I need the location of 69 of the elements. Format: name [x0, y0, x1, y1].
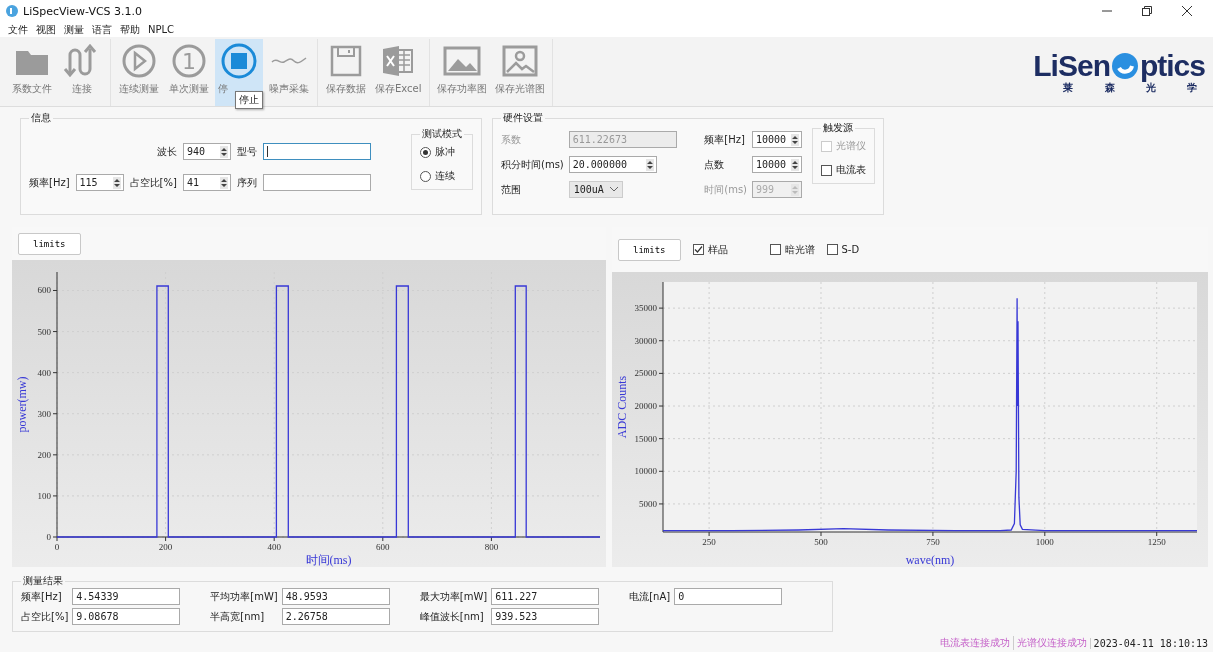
tick-label: 0	[54, 542, 60, 552]
field-label: 峰值波长[nm]	[419, 609, 484, 624]
tick-label: 750	[926, 537, 940, 547]
tick-label: 200	[158, 542, 173, 552]
field-label: 点数	[704, 157, 725, 172]
tick-label: 0	[46, 532, 51, 542]
tick-label: 600	[37, 285, 51, 296]
logo-subtitle: 学	[1187, 81, 1197, 95]
group-title: 测试模式	[421, 127, 463, 141]
option-label: 电流表	[836, 163, 866, 177]
logo-text: LiSen	[1033, 50, 1110, 81]
tick-label: 300	[37, 408, 51, 419]
field-label: 最大功率[mW]	[419, 589, 488, 604]
field-label: 积分时间(ms)	[501, 157, 564, 172]
field-label: 序列	[236, 175, 257, 190]
logo-subtitle: 森	[1104, 80, 1115, 95]
logo-subtitle: 莱	[1063, 80, 1074, 95]
field-label: 波长	[155, 144, 177, 159]
field-label: 系数	[501, 132, 521, 147]
field-label: 平均功率[mW]	[210, 589, 278, 604]
field-label: 频率[Hz]	[704, 132, 745, 147]
field-label: 范围	[501, 182, 521, 197]
axis-title: wave(nm)	[905, 553, 955, 567]
tick-label: 35000	[634, 303, 657, 314]
tick-label: 30000	[634, 335, 657, 346]
window-title: LiSpecView-VCS 3.1.0	[23, 4, 143, 18]
tick-label: 10000	[634, 466, 657, 477]
tooltip: 停止	[235, 91, 263, 109]
status-message: 光谱仪连接成功	[1012, 636, 1090, 650]
tick-label: 100	[37, 490, 51, 501]
option-label: 暗光谱	[784, 242, 815, 257]
option-label: 样品	[707, 242, 728, 257]
field-label: 时间(ms)	[704, 182, 747, 197]
field-label: 电流[nA]	[629, 589, 671, 604]
field-label: 频率[Hz]	[29, 175, 70, 190]
tick-label: 200	[37, 449, 51, 460]
logo-text: ptics	[1139, 50, 1205, 81]
group-title: 信息	[30, 111, 52, 125]
tick-label: 20000	[634, 401, 657, 411]
group-title: 测量结果	[22, 574, 64, 588]
field-label: 占空比[%]	[129, 175, 177, 190]
tick-label: 25000	[634, 368, 657, 379]
tick-label: 15000	[634, 433, 657, 444]
tick-label: 800	[484, 542, 499, 552]
logo-subtitle: 光	[1145, 81, 1156, 95]
axis-title: 时间(ms)	[305, 553, 352, 567]
option-label: 脉冲	[435, 145, 455, 159]
tick-label: 250	[702, 537, 716, 547]
status-time: 2023-04-11 18:10:13	[1089, 637, 1211, 649]
group-title: 硬件设置	[502, 111, 544, 125]
field-label: 占空比[%]	[21, 609, 69, 624]
tick-label: 400	[267, 542, 281, 552]
tick-label: 1000	[1035, 537, 1054, 547]
field-label: 半高宽[nm]	[210, 609, 265, 624]
axis-title: power(mw)	[15, 376, 29, 433]
option-label: 连续	[435, 169, 455, 183]
tick-label: 500	[37, 326, 51, 337]
tick-label: 1250	[1147, 537, 1166, 547]
axis-title: ADC Counts	[615, 375, 629, 439]
status-message: 电流表连接成功	[938, 636, 1011, 650]
group-title: 触发源	[822, 121, 854, 135]
option-label: S-D	[841, 244, 860, 255]
tick-label: 5000	[639, 498, 657, 509]
tick-label: 500	[814, 537, 828, 547]
field-label: 型号	[236, 144, 257, 159]
option-label: 光谱仪	[836, 139, 866, 153]
field-label: 频率[Hz]	[21, 589, 62, 604]
tick-label: 600	[376, 542, 390, 552]
tick-label: 400	[37, 367, 51, 378]
